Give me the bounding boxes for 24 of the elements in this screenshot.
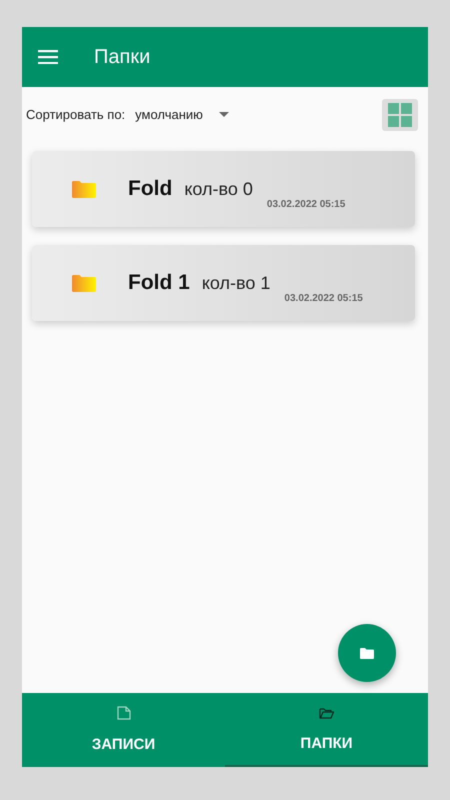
folder-name: Fold 1 xyxy=(128,270,190,296)
menu-button[interactable] xyxy=(38,50,58,64)
add-folder-button[interactable] xyxy=(338,624,396,682)
folder-card[interactable]: Fold 1 кол-во 1 03.02.2022 05:15 xyxy=(32,245,415,321)
folder-icon xyxy=(360,648,374,658)
folder-date: 03.02.2022 05:15 xyxy=(284,292,363,306)
menu-icon xyxy=(38,50,58,64)
item-count: кол-во 0 xyxy=(184,178,253,200)
sort-value[interactable]: умолчанию xyxy=(135,104,203,124)
nav-tab[interactable]: ПАПКИ xyxy=(225,693,428,767)
folder-icon xyxy=(72,180,96,198)
item-count: кол-во 1 xyxy=(202,272,270,294)
folder-date: 03.02.2022 05:15 xyxy=(266,198,346,212)
caret-icon xyxy=(218,112,229,117)
document-icon xyxy=(116,706,130,720)
grid-view-button[interactable] xyxy=(382,98,418,130)
folder-icon xyxy=(72,274,96,292)
screen-title: Папки xyxy=(94,45,150,70)
grid-icon xyxy=(388,102,412,126)
nav-tab[interactable]: ЗАПИСИ xyxy=(22,693,225,767)
folder-name: Fold xyxy=(128,176,172,202)
sort-label: Сортировать по: xyxy=(26,106,126,124)
folder-icon xyxy=(319,708,334,719)
folder-card[interactable]: Fold кол-во 0 03.02.2022 05:15 xyxy=(32,151,415,227)
